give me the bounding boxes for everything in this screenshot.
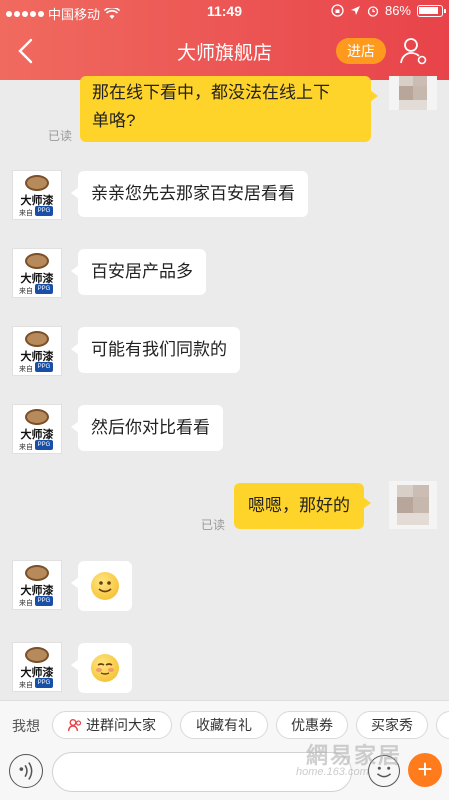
message-text: 亲亲您先去那家百安居看看: [91, 184, 295, 203]
alarm-icon: [367, 5, 379, 17]
shop-message-bubble[interactable]: 亲亲您先去那家百安居看看: [71, 171, 308, 217]
coupon-chip[interactable]: 优惠券: [276, 711, 348, 739]
quick-label: 我想: [12, 718, 40, 734]
shop-avatar[interactable]: 大师漆 来自 PPG: [12, 560, 62, 610]
join-group-chip[interactable]: 进群问大家: [52, 711, 172, 739]
message-text: 那在线下看中，都没法在线上下: [92, 83, 330, 102]
message-text: 嗯嗯，那好的: [248, 496, 350, 515]
top-bar: 中国移动 11:49 86% 大师旗舰店 进店: [0, 0, 449, 80]
user-settings-icon[interactable]: [398, 35, 430, 67]
message-text: 可能有我们同款的: [91, 340, 227, 359]
location-icon: [350, 6, 360, 15]
shop-avatar[interactable]: 大师漆 来自 PPG: [12, 170, 62, 220]
message-text: 然后你对比看看: [91, 418, 210, 437]
battery-percent: 86%: [384, 3, 411, 18]
my-message-bubble[interactable]: 那在线下看中，都没法在线上下 单咯?: [80, 76, 378, 142]
group-icon: [68, 719, 82, 732]
message-text: 单咯?: [92, 111, 136, 130]
chat-header: 大师旗舰店 进店: [0, 22, 449, 80]
status-bar: 中国移动 11:49 86%: [0, 0, 449, 22]
my-avatar[interactable]: [389, 481, 437, 529]
enter-shop-button[interactable]: 进店: [336, 38, 386, 64]
shop-message-bubble[interactable]: [71, 561, 132, 611]
my-avatar[interactable]: [389, 76, 437, 110]
shop-avatar[interactable]: 大师漆 来自 PPG: [12, 248, 62, 298]
more-chip[interactable]: [436, 711, 449, 739]
shop-message-bubble[interactable]: 百安居产品多: [71, 249, 206, 295]
shop-avatar[interactable]: 大师漆 来自 PPG: [12, 326, 62, 376]
favorite-gift-chip[interactable]: 收藏有礼: [180, 711, 268, 739]
smile-emoji-icon: [91, 572, 119, 600]
battery-icon: [417, 4, 446, 17]
shop-message-bubble[interactable]: 然后你对比看看: [71, 405, 223, 451]
shy-emoji-icon: [91, 654, 119, 682]
shop-avatar[interactable]: 大师漆 来自 PPG: [12, 404, 62, 454]
voice-icon[interactable]: [9, 754, 43, 788]
shop-message-bubble[interactable]: 可能有我们同款的: [71, 327, 240, 373]
my-message-bubble[interactable]: 嗯嗯，那好的: [234, 483, 371, 529]
shop-avatar[interactable]: 大师漆 来自 PPG: [12, 642, 62, 692]
watermark-url: home.163.com: [296, 766, 369, 778]
read-receipt: 已读: [201, 518, 226, 532]
chip-label: 进群问大家: [86, 717, 156, 733]
buyer-show-chip[interactable]: 买家秀: [356, 711, 428, 739]
add-more-button[interactable]: +: [408, 753, 442, 787]
shop-message-bubble[interactable]: [71, 643, 132, 693]
rotation-lock-icon: [331, 4, 344, 17]
read-receipt: 已读: [48, 129, 73, 143]
message-text: 百安居产品多: [91, 262, 193, 281]
